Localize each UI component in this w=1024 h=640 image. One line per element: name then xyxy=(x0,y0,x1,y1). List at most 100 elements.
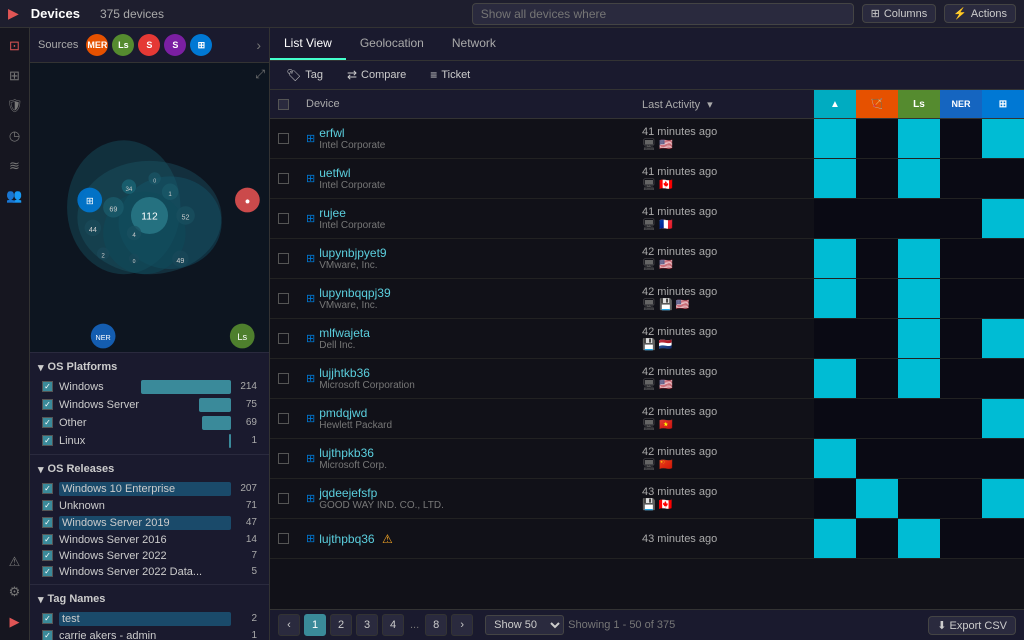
ticket-icon: ≡ xyxy=(430,68,437,82)
row-device[interactable]: ⊞ lupynbqqpj39 VMware, Inc. xyxy=(298,279,634,319)
os-platforms-header[interactable]: ▾ OS Platforms xyxy=(38,357,261,378)
page-btn-2[interactable]: 2 xyxy=(330,614,352,636)
device-type-icon: ⊞ xyxy=(306,452,315,465)
chevron-down-icon-2: ▾ xyxy=(38,463,44,476)
filter-checkbox-test[interactable] xyxy=(42,613,53,624)
row-checkbox[interactable] xyxy=(270,279,298,319)
filter-checkbox-other[interactable] xyxy=(42,417,53,428)
page-btn-8[interactable]: 8 xyxy=(425,614,447,636)
os-platforms-section: ▾ OS Platforms Windows 214 Windows Serve… xyxy=(30,352,269,454)
row-checkbox[interactable] xyxy=(270,239,298,279)
columns-button[interactable]: ⊞ Columns xyxy=(862,4,937,23)
row-tag-green xyxy=(898,399,940,439)
filter-checkbox-winserver[interactable] xyxy=(42,399,53,410)
row-activity: 41 minutes ago 🖥🇫🇷 xyxy=(634,199,814,239)
filter-checkbox-linux[interactable] xyxy=(42,435,53,446)
filter-checkbox-winserver2022data[interactable] xyxy=(42,566,53,577)
row-checkbox[interactable] xyxy=(270,399,298,439)
source-badge-mer[interactable]: MER xyxy=(86,34,108,56)
table-row: ⊞ mlfwajeta Dell Inc. 42 minutes ago 💾🇳🇱 xyxy=(270,319,1024,359)
row-tag-blue xyxy=(940,159,982,199)
row-device[interactable]: ⊞ rujee Intel Corporate xyxy=(298,199,634,239)
sidebar-grid-icon[interactable]: ⊞ xyxy=(3,64,27,88)
actions-button[interactable]: ⚡ Actions xyxy=(944,4,1016,23)
filter-checkbox-windows[interactable] xyxy=(42,381,53,392)
row-device[interactable]: ⊞ lujthpbq36 ⚠ xyxy=(298,519,634,559)
page-btn-3[interactable]: 3 xyxy=(356,614,378,636)
page-btn-4[interactable]: 4 xyxy=(382,614,404,636)
row-device[interactable]: ⊞ pmdqjwd Hewlett Packard xyxy=(298,399,634,439)
source-badge-ls[interactable]: Ls xyxy=(112,34,134,56)
row-device[interactable]: ⊞ lupynbjpyet9 VMware, Inc. xyxy=(298,239,634,279)
sidebar-alert-icon[interactable]: ⚠ xyxy=(3,550,27,574)
row-checkbox[interactable] xyxy=(270,119,298,159)
page-btn-1[interactable]: 1 xyxy=(304,614,326,636)
col-header-activity[interactable]: Last Activity ▾ xyxy=(634,90,814,119)
row-tag-blue xyxy=(940,119,982,159)
page-prev-btn[interactable]: ‹ xyxy=(278,614,300,636)
row-tag-win xyxy=(982,199,1024,239)
sidebar-settings-icon[interactable]: ⚙ xyxy=(3,580,27,604)
sources-more-icon[interactable]: › xyxy=(256,37,261,53)
icon-sidebar: ⊡ ⊞ 🛡 ◷ ≋ 👥 ⚠ ⚙ ▶ xyxy=(0,28,30,640)
page-next-btn[interactable]: › xyxy=(451,614,473,636)
row-checkbox[interactable] xyxy=(270,519,298,559)
row-tag-cyan xyxy=(814,239,856,279)
row-activity: 43 minutes ago xyxy=(634,519,814,559)
source-badge-win[interactable]: ⊞ xyxy=(190,34,212,56)
source-badge-s3[interactable]: S xyxy=(138,34,160,56)
row-device[interactable]: ⊞ mlfwajeta Dell Inc. xyxy=(298,319,634,359)
row-tag-cyan xyxy=(814,399,856,439)
expand-icon[interactable]: ⤢ xyxy=(255,67,265,82)
tab-list-view[interactable]: List View xyxy=(270,28,346,60)
row-tag-orange xyxy=(856,159,898,199)
row-checkbox[interactable] xyxy=(270,199,298,239)
row-device[interactable]: ⊞ lujjhtkb36 Microsoft Corporation xyxy=(298,359,634,399)
row-device[interactable]: ⊞ uetfwl Intel Corporate xyxy=(298,159,634,199)
sidebar-clock-icon[interactable]: ◷ xyxy=(3,124,27,148)
row-checkbox[interactable] xyxy=(270,439,298,479)
tab-geolocation[interactable]: Geolocation xyxy=(346,28,438,60)
filter-checkbox-win10ent[interactable] xyxy=(42,483,53,494)
row-device[interactable]: ⊞ lujthpkb36 Microsoft Corp. xyxy=(298,439,634,479)
tab-network[interactable]: Network xyxy=(438,28,510,60)
row-device[interactable]: ⊞ erfwl Intel Corporate xyxy=(298,119,634,159)
search-input[interactable] xyxy=(472,3,854,25)
tag-names-header[interactable]: ▾ Tag Names xyxy=(38,589,261,610)
row-tag-orange xyxy=(856,519,898,559)
sidebar-chart-icon[interactable]: ≋ xyxy=(3,154,27,178)
sidebar-people-icon[interactable]: 👥 xyxy=(3,184,27,208)
compare-button[interactable]: ⇄ Compare xyxy=(339,65,414,85)
row-checkbox[interactable] xyxy=(270,479,298,519)
filter-checkbox-winserver2022[interactable] xyxy=(42,550,53,561)
table-row: ⊞ lujthpkb36 Microsoft Corp. 42 minutes … xyxy=(270,439,1024,479)
show-per-page-select[interactable]: Show 50 Show 25 Show 100 xyxy=(485,615,564,635)
ticket-button[interactable]: ≡ Ticket xyxy=(422,65,478,85)
filter-checkbox-winserver2016[interactable] xyxy=(42,534,53,545)
export-csv-button[interactable]: ⬇ Export CSV xyxy=(928,616,1016,635)
sidebar-devices-icon[interactable]: ⊡ xyxy=(3,34,27,58)
sort-icon: ▾ xyxy=(707,99,713,111)
row-tag-orange xyxy=(856,439,898,479)
filter-checkbox-winserver2019[interactable] xyxy=(42,517,53,528)
os-releases-header[interactable]: ▾ OS Releases xyxy=(38,459,261,480)
tag-button[interactable]: 🏷 Tag xyxy=(278,65,331,85)
row-checkbox[interactable] xyxy=(270,159,298,199)
filter-checkbox-carrie[interactable] xyxy=(42,630,53,640)
source-badge-s4[interactable]: S xyxy=(164,34,186,56)
sidebar-shield-icon[interactable]: 🛡 xyxy=(3,94,27,118)
filter-item-winserver2022data: Windows Server 2022 Data... 5 xyxy=(38,564,261,580)
row-tag-green xyxy=(898,159,940,199)
device-type-icon: ⊞ xyxy=(306,172,315,185)
row-checkbox[interactable] xyxy=(270,359,298,399)
sources-label: Sources xyxy=(38,39,78,51)
col-header-device[interactable]: Device xyxy=(298,90,634,119)
svg-text:2: 2 xyxy=(101,253,105,260)
device-type-icon: ⊞ xyxy=(306,132,315,145)
row-checkbox[interactable] xyxy=(270,319,298,359)
warning-icon: ⚠ xyxy=(382,532,393,546)
table-row: ⊞ lujjhtkb36 Microsoft Corporation 42 mi… xyxy=(270,359,1024,399)
filter-checkbox-unknown[interactable] xyxy=(42,500,53,511)
row-tag-green xyxy=(898,439,940,479)
row-device[interactable]: ⊞ jqdeejefsfp GOOD WAY IND. CO., LTD. xyxy=(298,479,634,519)
